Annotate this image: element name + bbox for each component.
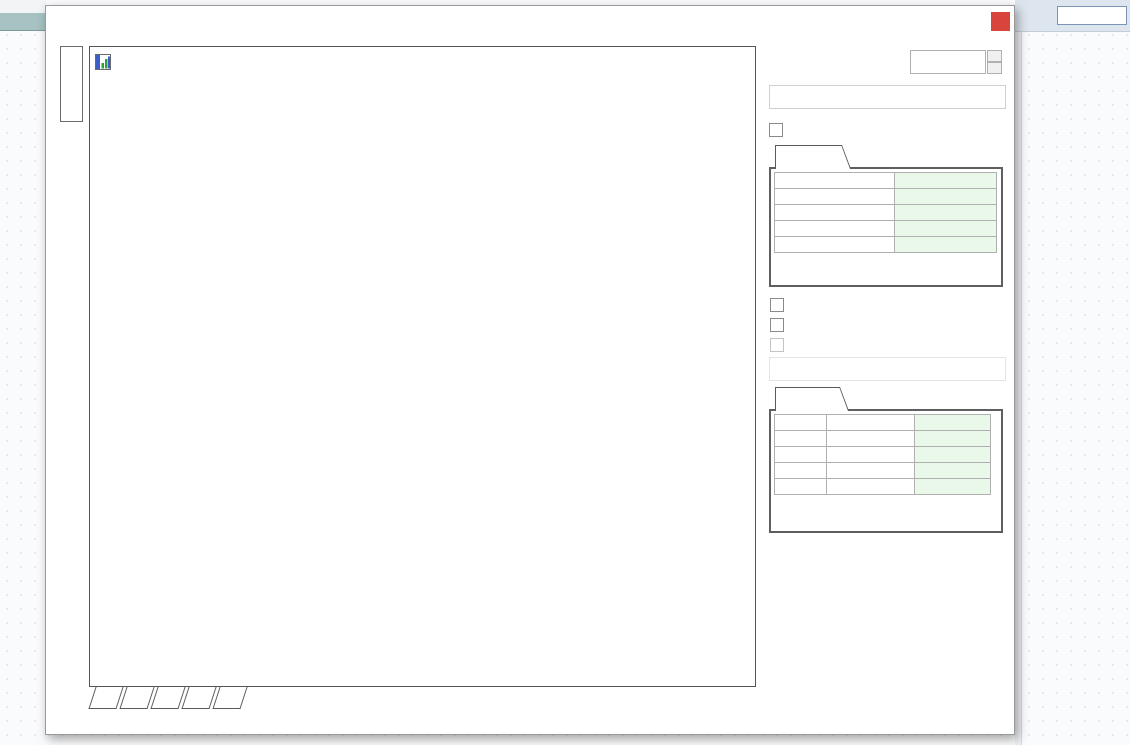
- pattern-label: [826, 430, 915, 447]
- analysis-table: [774, 172, 997, 253]
- patterns-table: [774, 414, 991, 495]
- close-button[interactable]: [991, 12, 1010, 31]
- tab-patterns[interactable]: [775, 387, 849, 411]
- tab-threshold[interactable]: [150, 687, 186, 709]
- analysis-row-value: [894, 220, 997, 237]
- pattern-color-swatch: [774, 478, 827, 495]
- analysis-row-label: [774, 204, 895, 221]
- color-grade-checkbox[interactable]: [770, 317, 784, 332]
- tab-ber-pattern[interactable]: [212, 687, 248, 709]
- bitrate-cell: [0, 13, 46, 31]
- table-row: [774, 236, 997, 253]
- show-eye-diagram-checkbox[interactable]: [769, 122, 783, 137]
- titlebar[interactable]: [46, 6, 1014, 36]
- pattern-value: [914, 478, 991, 495]
- analysis-row-label: [774, 188, 895, 205]
- chart-icon[interactable]: [95, 54, 111, 70]
- bits-toolbar-fragment: [1015, 0, 1130, 32]
- pattern-color-swatch: [774, 446, 827, 463]
- invert-colors-row: [770, 297, 791, 312]
- calculate-patterns-button: [769, 357, 1006, 381]
- table-row: [774, 220, 997, 237]
- spin-up-button[interactable]: [987, 50, 1002, 62]
- table-row: [774, 204, 997, 221]
- tab-height[interactable]: [181, 687, 217, 709]
- table-row: [774, 414, 991, 431]
- patterns-checkbox: [770, 337, 784, 352]
- analysis-row-value: [894, 172, 997, 189]
- table-row: [774, 446, 991, 463]
- pattern-label: [826, 414, 915, 431]
- signal-index-input[interactable]: [910, 50, 986, 74]
- analysis-panel: [769, 167, 1003, 287]
- pattern-value: [914, 414, 991, 431]
- pattern-label: [826, 446, 915, 463]
- table-row: [774, 462, 991, 479]
- tab-min-ber[interactable]: [119, 687, 155, 709]
- auto-set-button[interactable]: [769, 85, 1006, 109]
- patterns-row: [770, 337, 791, 352]
- bits-input[interactable]: [1057, 6, 1127, 25]
- pattern-color-swatch: [774, 430, 827, 447]
- pattern-value: [914, 430, 991, 447]
- analysis-row-label: [774, 172, 895, 189]
- eye-diagram-plot: [89, 46, 756, 687]
- signal-index-stepper: [987, 50, 1002, 74]
- analysis-row-label: [774, 236, 895, 253]
- background-panel-strip: [1015, 32, 1022, 745]
- plot-tabstrip: [88, 687, 248, 709]
- patterns-panel: [769, 409, 1003, 533]
- eye-diagram-canvas[interactable]: [122, 102, 712, 652]
- analysis-row-value: [894, 204, 997, 221]
- spin-down-button[interactable]: [987, 62, 1002, 74]
- layout-toolbar-fragment: [0, 0, 46, 13]
- pattern-color-swatch: [774, 414, 827, 431]
- table-row: [774, 172, 997, 189]
- tab-signal[interactable]: [60, 46, 83, 122]
- pattern-label: [826, 478, 915, 495]
- analysis-row-value: [894, 236, 997, 253]
- table-row: [774, 188, 997, 205]
- analysis-row-value: [894, 188, 997, 205]
- tab-q-factor[interactable]: [88, 687, 124, 709]
- ber-analyzer-window: [45, 5, 1015, 735]
- pattern-color-swatch: [774, 462, 827, 479]
- tab-analysis[interactable]: [775, 145, 851, 169]
- color-grade-row: [770, 317, 791, 332]
- table-row: [774, 430, 991, 447]
- pattern-label: [826, 462, 915, 479]
- invert-colors-checkbox[interactable]: [770, 297, 784, 312]
- pattern-value: [914, 446, 991, 463]
- pattern-value: [914, 462, 991, 479]
- show-eye-diagram-row: [769, 122, 790, 137]
- analysis-row-label: [774, 220, 895, 237]
- table-row: [774, 478, 991, 495]
